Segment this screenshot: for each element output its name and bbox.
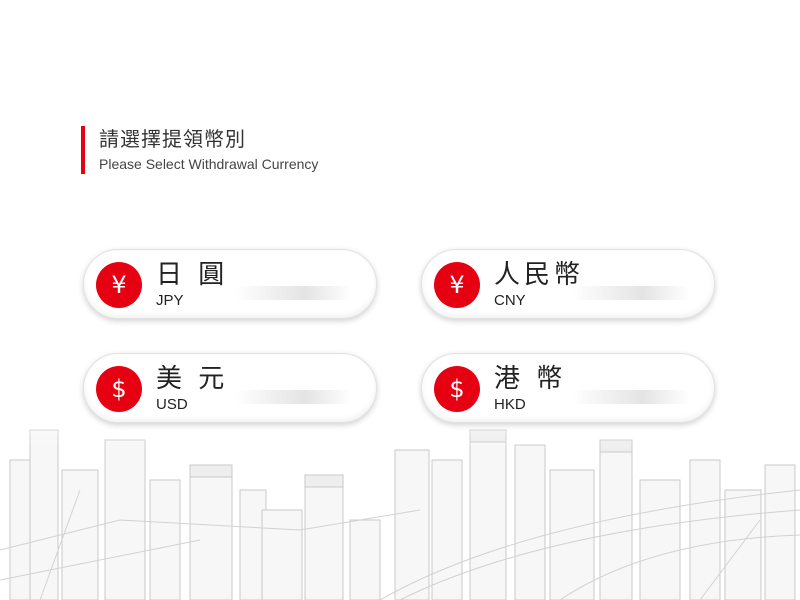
page-title-chinese: 請選擇提領幣別 [99,127,246,151]
cny-button[interactable]: ¥ 人民幣 CNY [421,249,715,319]
currency-name-chinese: 港 幣 [494,364,567,394]
currency-name-chinese: 日 圓 [156,260,229,290]
currency-code: USD [156,396,188,413]
currency-selection-screen: 請選擇提領幣別 Please Select Withdrawal Currenc… [0,0,800,600]
yuan-icon: ¥ [434,262,480,308]
currency-code: JPY [156,292,184,309]
hkd-button[interactable]: $ 港 幣 HKD [421,353,715,423]
dollar-icon: $ [434,366,480,412]
yen-icon: ¥ [96,262,142,308]
page-title-english: Please Select Withdrawal Currency [99,156,319,172]
jpy-button[interactable]: ¥ 日 圓 JPY [83,249,377,319]
dollar-icon: $ [96,366,142,412]
currency-name-chinese: 美 元 [156,364,229,394]
usd-button[interactable]: $ 美 元 USD [83,353,377,423]
currency-code: CNY [494,292,526,309]
currency-name-chinese: 人民幣 [494,260,585,290]
page-header: 請選擇提領幣別 Please Select Withdrawal Currenc… [81,126,318,174]
currency-code: HKD [494,396,526,413]
